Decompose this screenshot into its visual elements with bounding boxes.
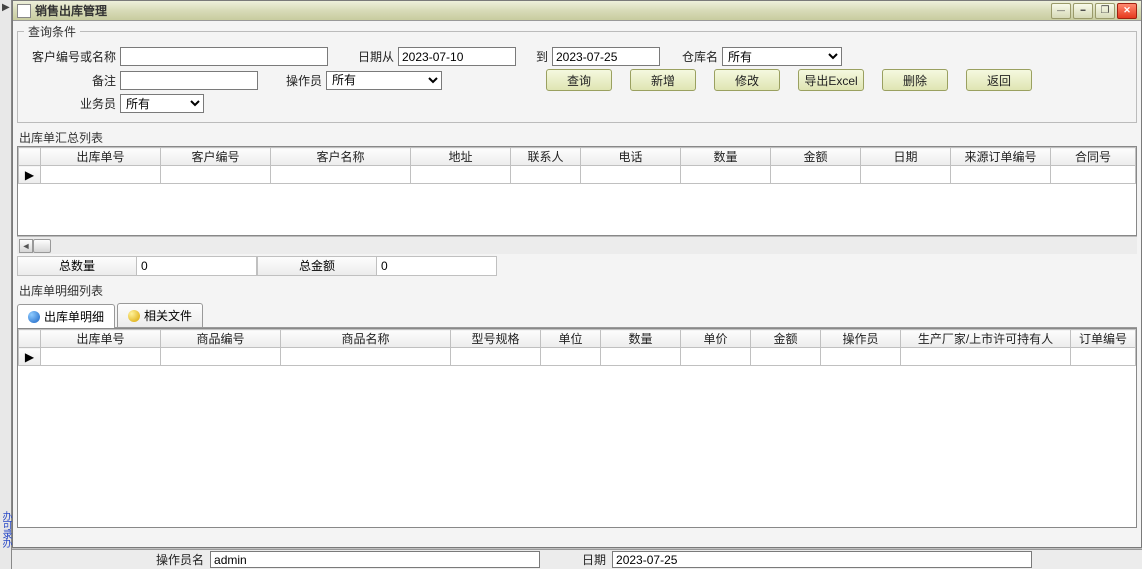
- query-button[interactable]: 查询: [546, 69, 612, 91]
- caret-right-icon: ▶: [2, 2, 10, 13]
- query-legend: 查询条件: [24, 23, 80, 40]
- col-customer-no[interactable]: 客户编号: [161, 148, 271, 166]
- dcol-operator[interactable]: 操作员: [821, 330, 901, 348]
- tab-detail[interactable]: 出库单明细: [17, 304, 115, 328]
- dcol-qty[interactable]: 数量: [601, 330, 681, 348]
- col-source-order[interactable]: 来源订单编号: [951, 148, 1051, 166]
- app-window: 销售出库管理 查询条件 客户编号或名称 日期从 到 仓库名 所有: [12, 0, 1142, 548]
- total-qty-label: 总数量: [17, 256, 137, 276]
- dcol-order-no[interactable]: 订单编号: [1071, 330, 1136, 348]
- col-amount[interactable]: 金额: [771, 148, 861, 166]
- status-operator-label: 操作员名: [156, 551, 204, 568]
- titlebar: 销售出库管理: [13, 1, 1141, 21]
- col-contact[interactable]: 联系人: [511, 148, 581, 166]
- remark-label: 备注: [24, 72, 116, 89]
- window-title: 销售出库管理: [35, 2, 1049, 19]
- total-amt-label: 总金额: [257, 256, 377, 276]
- detail-table-container: 出库单号 商品编号 商品名称 型号规格 单位 数量 单价 金额 操作员 生产厂家…: [17, 328, 1137, 528]
- query-fieldset: 查询条件 客户编号或名称 日期从 到 仓库名 所有 备注: [17, 23, 1137, 123]
- remark-input[interactable]: [120, 71, 258, 90]
- add-button[interactable]: 新增: [630, 69, 696, 91]
- totals-row: 总数量 0 总金额 0: [17, 256, 1137, 276]
- row-selector-header[interactable]: [19, 330, 41, 348]
- globe-icon: [28, 311, 40, 323]
- detail-title: 出库单明细列表: [13, 280, 1141, 299]
- dcol-price[interactable]: 单价: [681, 330, 751, 348]
- status-date-value: [612, 551, 1032, 568]
- export-button[interactable]: 导出Excel: [798, 69, 864, 91]
- dcol-product-name[interactable]: 商品名称: [281, 330, 451, 348]
- restore-button[interactable]: [1095, 3, 1115, 19]
- close-button[interactable]: [1117, 3, 1137, 19]
- total-amt-value: 0: [377, 256, 497, 276]
- col-address[interactable]: 地址: [411, 148, 511, 166]
- date-to-label: 到: [532, 48, 548, 65]
- date-to-input[interactable]: [552, 47, 660, 66]
- status-operator-value: [210, 551, 540, 568]
- summary-table: 出库单号 客户编号 客户名称 地址 联系人 电话 数量 金额 日期 来源订单编号…: [18, 147, 1136, 184]
- detail-table: 出库单号 商品编号 商品名称 型号规格 单位 数量 单价 金额 操作员 生产厂家…: [18, 329, 1136, 366]
- scroll-thumb[interactable]: [33, 239, 51, 253]
- delete-button[interactable]: 删除: [882, 69, 948, 91]
- customer-label: 客户编号或名称: [24, 48, 116, 65]
- edit-button[interactable]: 修改: [714, 69, 780, 91]
- col-customer-name[interactable]: 客户名称: [271, 148, 411, 166]
- table-row[interactable]: ▶: [19, 166, 1136, 184]
- col-contract[interactable]: 合同号: [1051, 148, 1136, 166]
- summary-table-container: 出库单号 客户编号 客户名称 地址 联系人 电话 数量 金额 日期 来源订单编号…: [17, 146, 1137, 236]
- statusbar: 操作员名 日期: [12, 549, 1142, 569]
- summary-header-row: 出库单号 客户编号 客户名称 地址 联系人 电话 数量 金额 日期 来源订单编号…: [19, 148, 1136, 166]
- box-icon: [128, 310, 140, 322]
- summary-hscroll[interactable]: ◄: [17, 236, 1137, 254]
- row-indicator-icon: ▶: [19, 166, 41, 184]
- salesman-label: 业务员: [24, 95, 116, 112]
- tab-files-label: 相关文件: [144, 307, 192, 324]
- scroll-left-icon[interactable]: ◄: [19, 239, 33, 253]
- side-text: 办可录办: [0, 511, 10, 547]
- table-row[interactable]: ▶: [19, 348, 1136, 366]
- col-qty[interactable]: 数量: [681, 148, 771, 166]
- back-button[interactable]: 返回: [966, 69, 1032, 91]
- app-icon: [17, 4, 31, 18]
- left-strip: ▶: [0, 0, 12, 569]
- row-indicator-icon: ▶: [19, 348, 41, 366]
- salesman-select[interactable]: 所有: [120, 94, 204, 113]
- tab-detail-label: 出库单明细: [44, 308, 104, 325]
- minimize-button[interactable]: [1073, 3, 1093, 19]
- warehouse-label: 仓库名: [676, 48, 718, 65]
- col-phone[interactable]: 电话: [581, 148, 681, 166]
- operator-select[interactable]: 所有: [326, 71, 442, 90]
- warehouse-select[interactable]: 所有: [722, 47, 842, 66]
- customer-input[interactable]: [120, 47, 328, 66]
- tab-files[interactable]: 相关文件: [117, 303, 203, 327]
- dcol-amount[interactable]: 金额: [751, 330, 821, 348]
- dcol-product-no[interactable]: 商品编号: [161, 330, 281, 348]
- dcol-spec[interactable]: 型号规格: [451, 330, 541, 348]
- line-button[interactable]: [1051, 3, 1071, 19]
- dcol-unit[interactable]: 单位: [541, 330, 601, 348]
- detail-header-row: 出库单号 商品编号 商品名称 型号规格 单位 数量 单价 金额 操作员 生产厂家…: [19, 330, 1136, 348]
- col-outbound-no[interactable]: 出库单号: [41, 148, 161, 166]
- status-date-label: 日期: [582, 551, 606, 568]
- total-qty-value: 0: [137, 256, 257, 276]
- summary-title: 出库单汇总列表: [13, 127, 1141, 146]
- row-selector-header[interactable]: [19, 148, 41, 166]
- operator-label: 操作员: [280, 72, 322, 89]
- col-date[interactable]: 日期: [861, 148, 951, 166]
- dcol-outbound-no[interactable]: 出库单号: [41, 330, 161, 348]
- date-from-input[interactable]: [398, 47, 516, 66]
- date-from-label: 日期从: [352, 48, 394, 65]
- dcol-manufacturer[interactable]: 生产厂家/上市许可持有人: [901, 330, 1071, 348]
- detail-tabs: 出库单明细 相关文件: [17, 303, 1137, 328]
